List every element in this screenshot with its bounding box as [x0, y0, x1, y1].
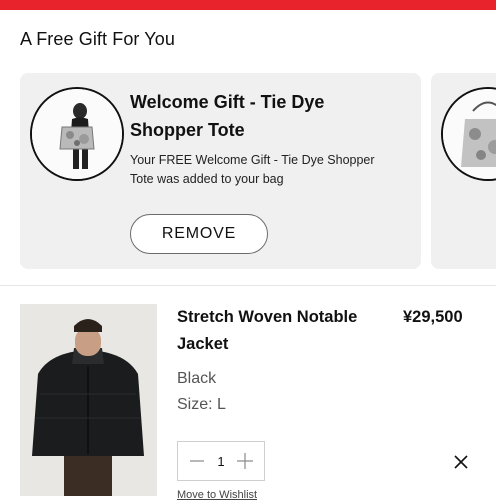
gift-product-image: [30, 87, 124, 181]
move-to-wishlist-link[interactable]: Move to Wishlist: [177, 489, 257, 501]
top-accent-bar: [0, 0, 496, 10]
quantity-stepper: 1: [177, 441, 265, 481]
next-gift-image: [441, 87, 496, 181]
product-color: Black: [177, 370, 217, 387]
section-divider: [0, 285, 496, 286]
decrease-quantity-button[interactable]: [186, 450, 208, 472]
product-price: ¥29,500: [403, 308, 463, 326]
next-gift-card[interactable]: [431, 73, 496, 269]
minus-icon: [190, 460, 204, 462]
quantity-value[interactable]: 1: [217, 454, 224, 469]
increase-quantity-button[interactable]: [234, 450, 256, 472]
gift-description: Your FREE Welcome Gift - Tie Dye Shopper…: [130, 153, 375, 186]
remove-gift-button[interactable]: REMOVE: [130, 214, 268, 254]
plus-icon: [236, 453, 253, 469]
product-image[interactable]: [20, 304, 157, 496]
product-size: Size: L: [177, 396, 226, 413]
remove-item-close-icon[interactable]: [450, 451, 472, 473]
gift-title: Welcome Gift - Tie Dye Shopper Tote: [130, 92, 325, 140]
section-title: A Free Gift For You: [20, 29, 175, 49]
product-name[interactable]: Stretch Woven Notable Jacket: [177, 304, 377, 358]
free-gift-card: Welcome Gift - Tie Dye Shopper Tote Your…: [20, 73, 421, 269]
